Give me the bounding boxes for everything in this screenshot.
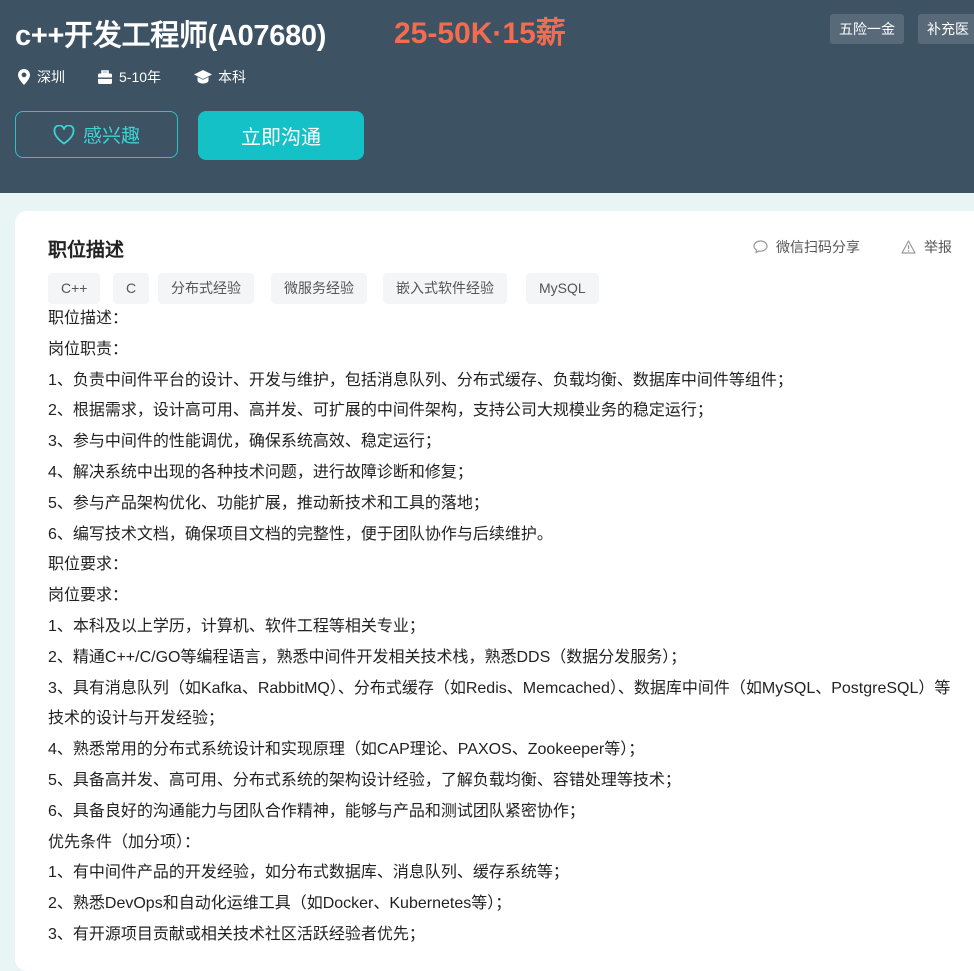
experience-text: 5-10年 bbox=[119, 69, 162, 85]
chat-bubble-icon bbox=[753, 240, 768, 254]
description-line: 2、根据需求，设计高可用、高并发、可扩展的中间件架构，支持公司大规模业务的稳定运… bbox=[48, 402, 713, 420]
description-line: 岗位职责： bbox=[48, 340, 129, 358]
description-line: 优先条件（加分项）： bbox=[48, 833, 201, 851]
briefcase-icon bbox=[98, 69, 112, 84]
description-line: 5、参与产品架构优化、功能扩展，推动新技术和工具的落地； bbox=[48, 494, 489, 512]
description-line: 1、有中间件产品的开发经验，如分布式数据库、消息队列、缓存系统等； bbox=[48, 864, 569, 882]
chat-now-button[interactable]: 立即沟通 bbox=[198, 111, 364, 160]
heart-icon bbox=[53, 124, 75, 144]
job-location: 深圳 bbox=[17, 67, 65, 87]
location-pin-icon bbox=[18, 69, 30, 85]
description-line: 职位描述： bbox=[48, 310, 129, 327]
description-line: 职位要求： bbox=[48, 556, 129, 574]
warning-icon bbox=[901, 240, 916, 254]
welfare-tag: 补充医 bbox=[918, 14, 974, 44]
description-line: 4、熟悉常用的分布式系统设计和实现原理（如CAP理论、PAXOS、Zookeep… bbox=[48, 741, 645, 759]
report-label: 举报 bbox=[924, 239, 952, 255]
section-title: 职位描述 bbox=[48, 240, 125, 261]
description-line: 6、编写技术文档，确保项目文档的完整性，便于团队协作与后续维护。 bbox=[48, 525, 553, 543]
job-degree: 本科 bbox=[194, 67, 246, 87]
job-description-text: 职位描述： 岗位职责： 1、负责中间件平台的设计、开发与维护，包括消息队列、分布… bbox=[48, 304, 960, 951]
welfare-tag: 五险一金 bbox=[830, 14, 904, 44]
skill-tag: C++ bbox=[48, 273, 101, 304]
description-line: 4、解决系统中出现的各种技术问题，进行故障诊断和修复； bbox=[48, 463, 473, 481]
skill-tag: C bbox=[113, 273, 150, 304]
skill-tag: 微服务经验 bbox=[271, 273, 367, 304]
description-line: 1、本科及以上学历，计算机、软件工程等相关专业； bbox=[48, 617, 425, 635]
description-line: 2、熟悉DevOps和自动化运维工具（如Docker、Kubernetes等）； bbox=[48, 895, 512, 913]
skill-tag: 嵌入式软件经验 bbox=[383, 273, 507, 304]
description-line: 3、具有消息队列（如Kafka、RabbitMQ）、分布式缓存（如Redis、M… bbox=[48, 679, 951, 728]
description-line: 3、有开源项目贡献或相关技术社区活跃经验者优先； bbox=[48, 925, 425, 943]
job-experience: 5-10年 bbox=[97, 67, 161, 87]
skill-tag: 分布式经验 bbox=[158, 273, 254, 304]
interest-label: 感兴趣 bbox=[82, 126, 140, 147]
description-line: 6、具备良好的沟通能力与团队合作精神，能够与产品和测试团队紧密协作； bbox=[48, 802, 585, 820]
report-button[interactable]: 举报 bbox=[901, 237, 952, 257]
graduation-cap-icon bbox=[194, 70, 212, 84]
location-text: 深圳 bbox=[37, 69, 65, 85]
description-line: 1、负责中间件平台的设计、开发与维护，包括消息队列、分布式缓存、负载均衡、数据库… bbox=[48, 371, 793, 389]
interest-button[interactable]: 感兴趣 bbox=[15, 111, 178, 158]
job-title: c++开发工程师(A07680) bbox=[15, 20, 327, 52]
description-line: 2、精通C++/C/GO等编程语言，熟悉中间件开发相关技术栈，熟悉DDS（数据分… bbox=[48, 648, 687, 666]
skill-tag: MySQL bbox=[526, 273, 599, 304]
job-header: c++开发工程师(A07680) 25-50K·15薪 五险一金 补充医 深圳 … bbox=[0, 0, 974, 193]
description-line: 岗位要求： bbox=[48, 587, 129, 605]
share-label: 微信扫码分享 bbox=[776, 239, 860, 255]
wechat-share-button[interactable]: 微信扫码分享 bbox=[753, 237, 860, 257]
description-line: 5、具备高并发、高可用、分布式系统的架构设计经验，了解负载均衡、容错处理等技术； bbox=[48, 771, 681, 789]
degree-text: 本科 bbox=[218, 69, 246, 85]
description-line: 3、参与中间件的性能调优，确保系统高效、稳定运行； bbox=[48, 433, 441, 451]
salary: 25-50K·15薪 bbox=[394, 17, 566, 50]
job-description-card: 职位描述 微信扫码分享 举报 C++ C 分布式经验 微服务经验 嵌入式软件经验… bbox=[15, 211, 974, 971]
